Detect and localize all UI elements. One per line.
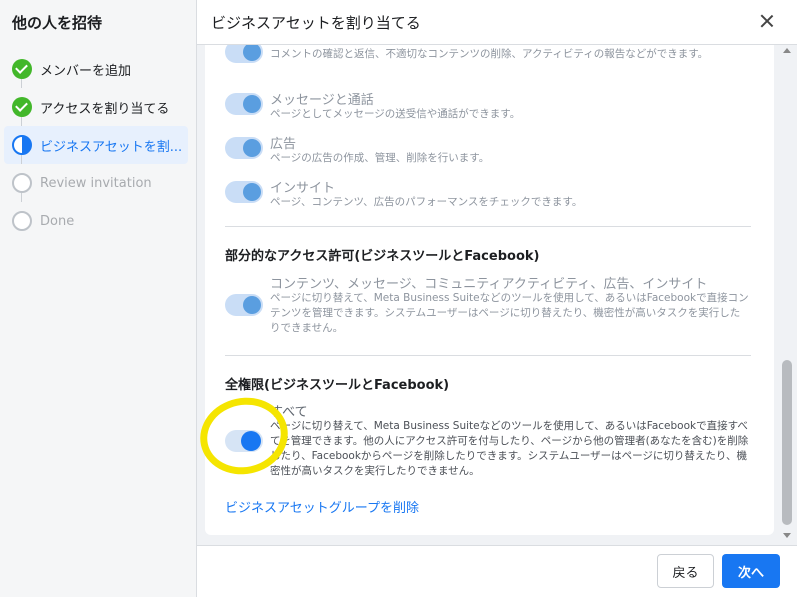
remove-asset-group-link[interactable]: ビジネスアセットグループを削除: [225, 497, 419, 516]
permission-desc: ページに切り替えて、Meta Business Suiteなどのツールを使用して…: [270, 420, 749, 477]
check-circle-icon: [12, 97, 32, 117]
sidebar-title: 他の人を招待: [12, 14, 103, 32]
permission-title: 広告: [270, 137, 297, 152]
toggle-knob: [243, 95, 261, 113]
permission-desc: ページ、コンテンツ、広告のパフォーマンスをチェックできます。: [270, 196, 583, 208]
step-connector: [21, 79, 22, 88]
step-assign-business-assets[interactable]: ビジネスアセットを割...: [4, 126, 188, 164]
step-label: Review invitation: [40, 175, 152, 191]
toggle-knob: [243, 139, 261, 157]
empty-circle-icon: [12, 173, 32, 193]
permission-toggle[interactable]: [225, 45, 263, 63]
permission-desc: ページに切り替えて、Meta Business Suiteなどのツールを使用して…: [270, 292, 749, 334]
step-list: メンバーを追加 アクセスを割り当てる ビジネスアセットを割... Review …: [4, 50, 188, 240]
divider: [225, 355, 751, 356]
step-label: メンバーを追加: [40, 63, 132, 79]
full-access-toggle[interactable]: [225, 430, 263, 452]
check-circle-icon: [12, 59, 32, 79]
permission-title: すべて: [270, 405, 308, 420]
step-review-invitation: Review invitation: [4, 164, 188, 202]
partial-access-heading: 部分的なアクセス許可(ビジネスツールとFacebook): [225, 249, 540, 264]
scroll-up-arrow-icon[interactable]: [783, 48, 791, 53]
scroll-down-arrow-icon[interactable]: [783, 533, 791, 538]
permission-toggle[interactable]: [225, 181, 263, 203]
permission-title: コンテンツ、メッセージ、コミュニティアクティビティ、広告、インサイト: [270, 277, 708, 292]
dialog-header: ビジネスアセットを割り当てる: [197, 0, 797, 45]
step-assign-access[interactable]: アクセスを割り当てる: [4, 88, 188, 126]
permission-desc: ページとしてメッセージの送受信や通話ができます。: [270, 108, 521, 120]
half-circle-icon: [12, 135, 32, 155]
permissions-card: コメントの確認と返信、不適切なコンテンツの削除、アクティビティの報告などができま…: [205, 45, 774, 535]
step-connector: [21, 155, 22, 164]
toggle-knob: [243, 45, 261, 61]
step-label: アクセスを割り当てる: [40, 101, 170, 117]
back-button[interactable]: 戻る: [657, 554, 714, 588]
wizard-sidebar: 他の人を招待 メンバーを追加 アクセスを割り当てる ビジネスアセットを割... …: [0, 0, 197, 597]
step-add-members[interactable]: メンバーを追加: [4, 50, 188, 88]
permission-title: メッセージと通話: [270, 93, 374, 108]
next-button[interactable]: 次へ: [722, 554, 780, 588]
step-label: Done: [40, 213, 75, 229]
scroll-thumb[interactable]: [782, 360, 792, 525]
divider: [225, 226, 751, 227]
toggle-knob: [241, 431, 261, 451]
close-icon[interactable]: [759, 13, 775, 29]
permission-toggle[interactable]: [225, 137, 263, 159]
toggle-knob: [243, 183, 261, 201]
scrollbar[interactable]: [781, 48, 793, 538]
step-label: ビジネスアセットを割...: [40, 139, 183, 155]
permission-desc: ページの広告の作成、管理、削除を行います。: [270, 152, 490, 164]
permission-toggle[interactable]: [225, 93, 263, 115]
step-done: Done: [4, 202, 188, 240]
dialog-title: ビジネスアセットを割り当てる: [211, 14, 421, 32]
step-connector: [21, 117, 22, 126]
toggle-knob: [243, 296, 261, 314]
permission-desc: コメントの確認と返信、不適切なコンテンツの削除、アクティビティの報告などができま…: [270, 48, 709, 60]
empty-circle-icon: [12, 211, 32, 231]
dialog-footer: 戻る 次へ: [197, 545, 797, 598]
permission-title: インサイト: [270, 181, 336, 196]
step-connector: [21, 193, 22, 202]
permission-toggle[interactable]: [225, 294, 263, 316]
full-access-heading: 全権限(ビジネスツールとFacebook): [225, 378, 450, 393]
